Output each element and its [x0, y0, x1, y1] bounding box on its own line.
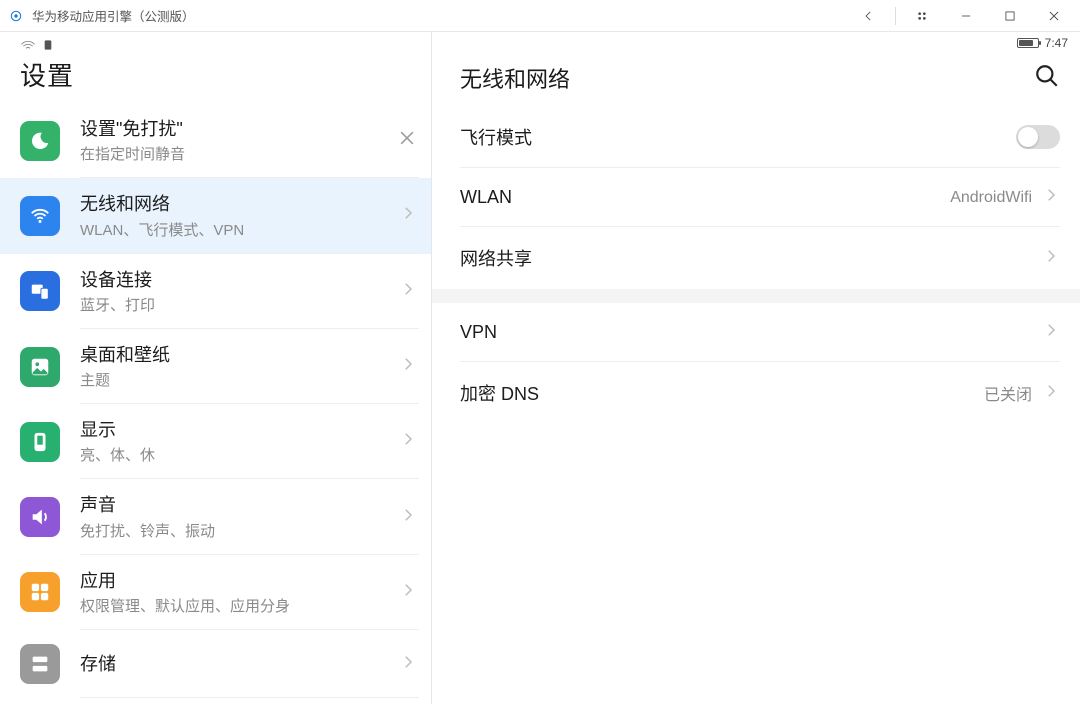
- wallpaper-icon: [20, 347, 60, 387]
- setting-label: WLAN: [460, 187, 512, 208]
- search-button[interactable]: [1034, 63, 1060, 94]
- setting-row-tether[interactable]: 网络共享: [432, 227, 1080, 289]
- sidebar-item-devices[interactable]: 设备连接蓝牙、打印: [0, 254, 431, 329]
- sidebar-item-storage[interactable]: 存储: [0, 630, 431, 698]
- sidebar-item-label: 桌面和壁纸: [80, 343, 391, 367]
- sidebar-item-apps[interactable]: 应用权限管理、默认应用、应用分身: [0, 555, 431, 630]
- status-bar: 7:47: [432, 32, 1080, 54]
- window-titlebar: 华为移动应用引擎（公测版）: [0, 0, 1080, 32]
- apps-icon: [20, 572, 60, 612]
- sidebar-item-label: 设备连接: [80, 268, 391, 292]
- storage-icon: [20, 644, 60, 684]
- wifi-icon: [20, 196, 60, 236]
- section-separator: [432, 289, 1080, 303]
- sidebar-item-label: 显示: [80, 418, 391, 442]
- app-icon: [8, 8, 24, 24]
- chevron-right-icon: [399, 280, 417, 303]
- setting-label: 网络共享: [460, 245, 532, 271]
- titlebar-separator: [895, 7, 896, 25]
- settings-title: 设置: [20, 56, 415, 93]
- sidebar-item-sub: 免打扰、铃声、振动: [80, 520, 391, 541]
- menu-dots-button[interactable]: [900, 0, 944, 32]
- sidebar-item-display[interactable]: 显示亮、体、休: [0, 404, 431, 479]
- sound-icon: [20, 497, 60, 537]
- sidebar-item-wallpaper[interactable]: 桌面和壁纸主题: [0, 329, 431, 404]
- sidebar-item-label: 应用: [80, 569, 391, 593]
- battery-icon: [1017, 38, 1039, 48]
- status-time: 7:47: [1045, 36, 1068, 50]
- setting-label: 加密 DNS: [460, 380, 539, 406]
- status-icons-left: [20, 36, 415, 54]
- maximize-button[interactable]: [988, 0, 1032, 32]
- sidebar-item-sub: 权限管理、默认应用、应用分身: [80, 595, 391, 616]
- sidebar-item-wifi[interactable]: 无线和网络 WLAN、飞行模式、VPN: [0, 178, 431, 253]
- chevron-right-icon: [1042, 382, 1060, 405]
- detail-title: 无线和网络: [460, 62, 570, 94]
- chevron-right-icon: [399, 204, 417, 227]
- setting-row-wlan[interactable]: WLAN AndroidWifi: [432, 168, 1080, 227]
- sidebar-item-label: 声音: [80, 493, 391, 517]
- setting-row-dns[interactable]: 加密 DNS 已关闭: [432, 362, 1080, 424]
- chevron-right-icon: [1042, 321, 1060, 344]
- sidebar-item-sub: 主题: [80, 369, 391, 390]
- chevron-right-icon: [399, 355, 417, 378]
- display-icon: [20, 422, 60, 462]
- window-title: 华为移动应用引擎（公测版）: [32, 6, 195, 25]
- chevron-right-icon: [399, 506, 417, 529]
- sidebar-item-sub: 亮、体、休: [80, 444, 391, 465]
- back-button[interactable]: [847, 0, 891, 32]
- settings-sidebar: 设置 设置"免打扰"在指定时间静音无线和网络WLAN、飞行模式、VPN设备连接蓝…: [0, 32, 432, 704]
- close-button[interactable]: [1032, 0, 1076, 32]
- sidebar-item-label: 存储: [80, 652, 391, 676]
- dismiss-icon[interactable]: [397, 128, 417, 153]
- chevron-right-icon: [399, 430, 417, 453]
- toggle-airplane[interactable]: [1016, 125, 1060, 149]
- chevron-right-icon: [399, 653, 417, 676]
- sidebar-item-moon[interactable]: 设置"免打扰"在指定时间静音: [0, 103, 431, 178]
- setting-label: VPN: [460, 322, 497, 343]
- sidebar-item-sound[interactable]: 声音免打扰、铃声、振动: [0, 479, 431, 554]
- moon-icon: [20, 121, 60, 161]
- devices-icon: [20, 271, 60, 311]
- minimize-button[interactable]: [944, 0, 988, 32]
- chevron-right-icon: [1042, 247, 1060, 270]
- chevron-right-icon: [399, 581, 417, 604]
- sidebar-item-sub: WLAN、飞行模式、VPN: [80, 219, 391, 240]
- sidebar-item-sub: 在指定时间静音: [80, 143, 397, 164]
- setting-row-airplane[interactable]: 飞行模式: [432, 106, 1080, 168]
- setting-value: 已关闭: [984, 381, 1032, 405]
- setting-row-vpn[interactable]: VPN: [432, 303, 1080, 362]
- setting-value: AndroidWifi: [950, 189, 1032, 207]
- sidebar-item-sub: 蓝牙、打印: [80, 294, 391, 315]
- sidebar-item-label: 设置"免打扰": [80, 117, 397, 141]
- setting-label: 飞行模式: [460, 124, 532, 150]
- chevron-right-icon: [1042, 186, 1060, 209]
- sidebar-item-label: 无线和网络: [80, 192, 391, 216]
- settings-detail: 7:47 无线和网络 飞行模式 WLAN AndroidWifi 网络共享 VPN 加密 …: [432, 32, 1080, 704]
